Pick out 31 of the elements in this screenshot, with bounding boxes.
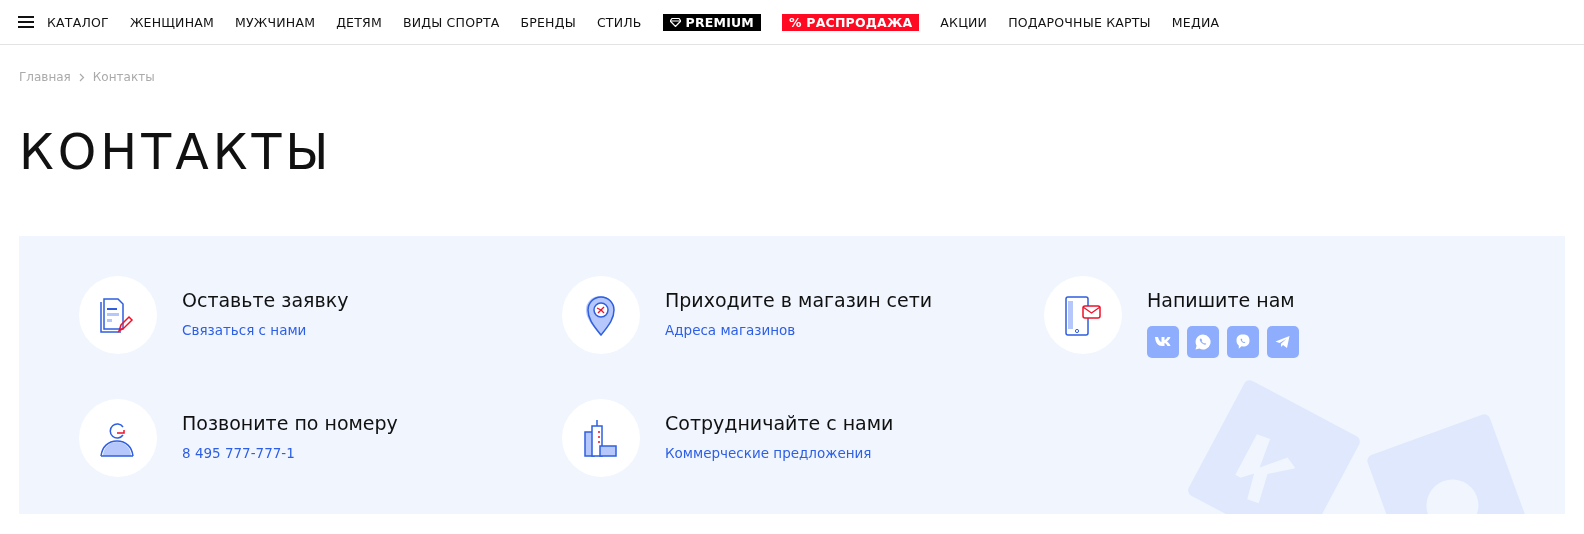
nav-link[interactable]: ЖЕНЩИНАМ	[129, 14, 214, 30]
sale-link[interactable]: % РАСПРОДАЖА	[782, 13, 920, 31]
nav-link[interactable]: КАТАЛОГ	[47, 14, 109, 30]
nav-link[interactable]: МЕДИА	[1171, 14, 1220, 30]
card-title: Приходите в магазин сети	[665, 288, 933, 312]
nav-link[interactable]: АКЦИИ	[940, 14, 988, 30]
nav-link[interactable]: ПОДАРОЧНЫЕ КАРТЫ	[1008, 14, 1151, 30]
page-title: КОНТАКТЫ	[19, 125, 334, 181]
card-title: Позвоните по номеру	[182, 411, 398, 435]
nav-link[interactable]: ВИДЫ СПОРТА	[402, 14, 500, 30]
viber-button[interactable]	[1227, 326, 1259, 358]
whatsapp-button[interactable]	[1187, 326, 1219, 358]
nav-link[interactable]: БРЕНДЫ	[520, 14, 576, 30]
vk-button[interactable]	[1147, 326, 1179, 358]
card-link[interactable]: Связаться с нами	[182, 322, 349, 338]
chevron-icon	[78, 72, 85, 82]
card-link[interactable]: Коммерческие предложения	[665, 445, 894, 461]
telegram-button[interactable]	[1267, 326, 1299, 358]
nav-link[interactable]: ДЕТЯМ	[336, 14, 382, 30]
nav-link[interactable]: СТИЛЬ	[596, 14, 642, 30]
card-link[interactable]: 8 495 777-777-1	[182, 445, 398, 461]
nav-link[interactable]: МУЖЧИНАМ	[235, 14, 316, 30]
premium-link[interactable]: PREMIUM	[662, 13, 761, 31]
menu-icon[interactable]	[18, 16, 34, 28]
card-link[interactable]: Адреса магазинов	[665, 322, 933, 338]
card-title: Сотрудничайте с нами	[665, 411, 894, 435]
card-title: Оставьте заявку	[182, 288, 349, 312]
card-title: Напишите нам	[1147, 288, 1296, 312]
phone-envelope-icon	[1062, 293, 1104, 337]
whatsapp-icon	[1193, 332, 1213, 352]
diamond-icon	[669, 17, 681, 27]
